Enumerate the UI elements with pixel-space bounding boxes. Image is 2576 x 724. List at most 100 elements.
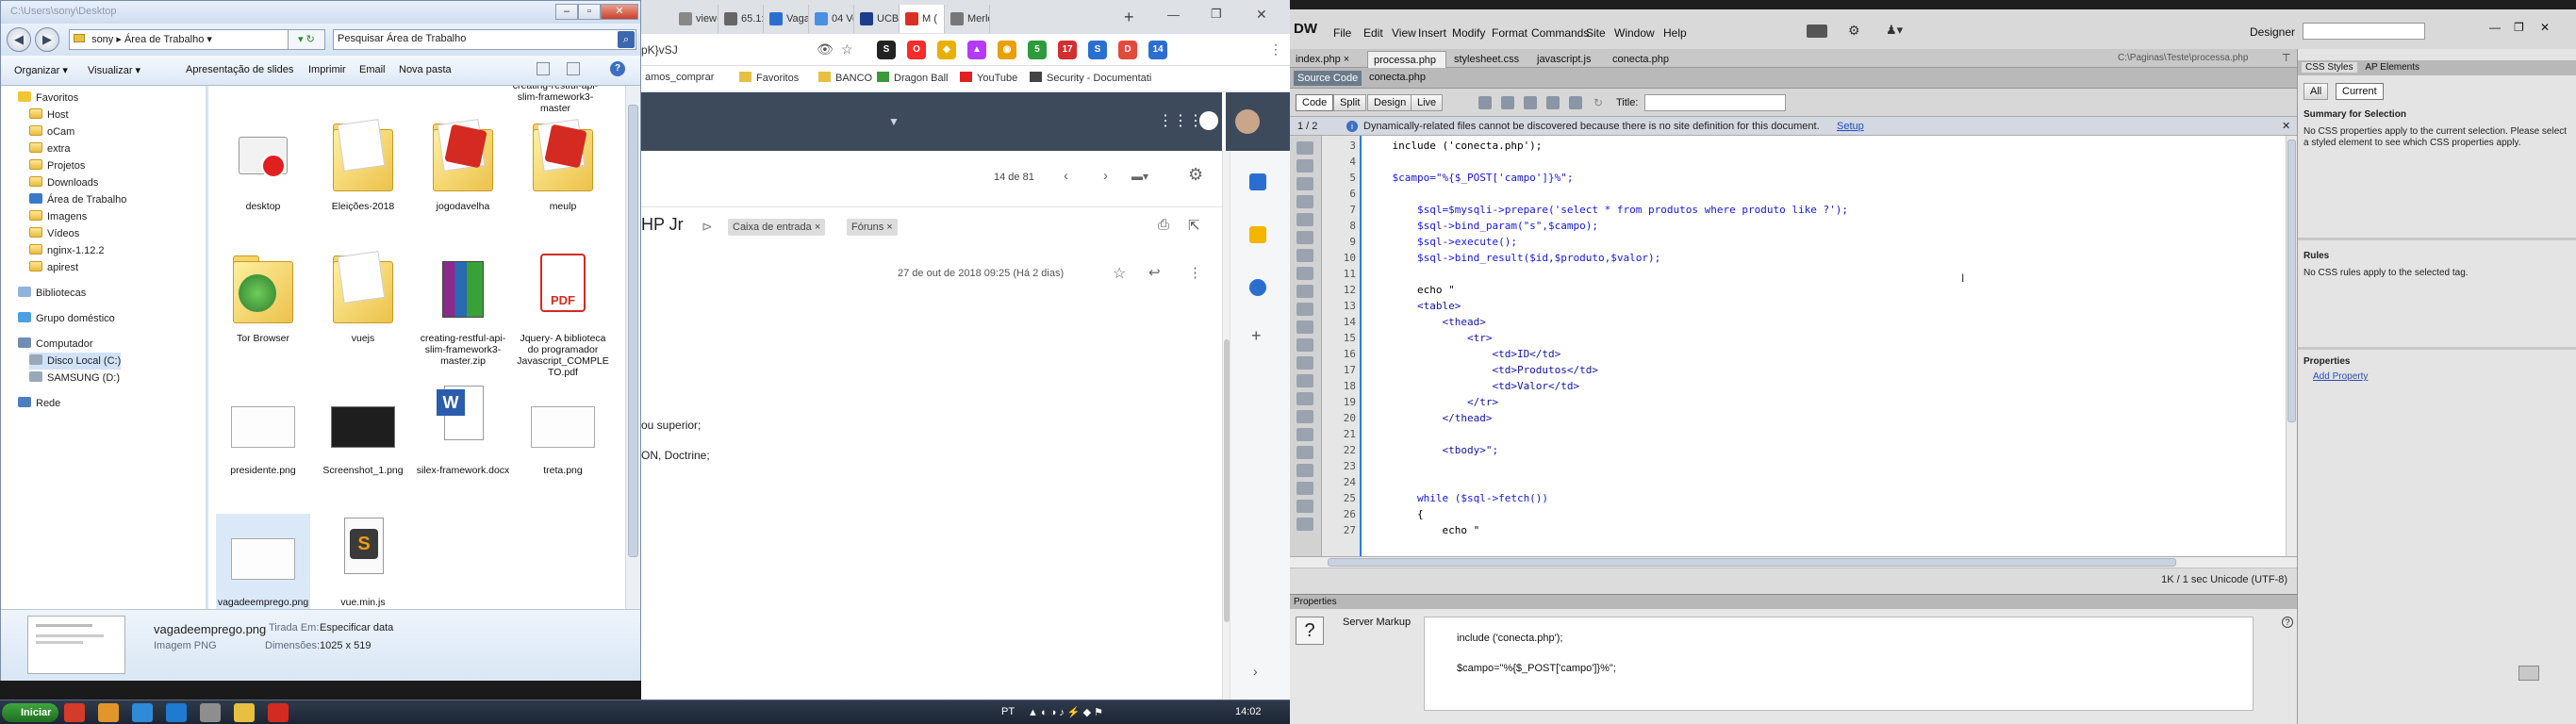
- file-tab[interactable]: index.php ×: [1290, 51, 1365, 68]
- nav-item[interactable]: extra: [29, 140, 70, 157]
- extension-icon[interactable]: 5: [1028, 41, 1047, 59]
- all-mode-button[interactable]: All: [2304, 83, 2329, 100]
- print-icon[interactable]: ⎙: [1158, 217, 1169, 233]
- search-input[interactable]: Pesquisar Área de Trabalho: [333, 29, 636, 50]
- restore-button[interactable]: ❐: [2514, 21, 2524, 34]
- browser-tab[interactable]: Merlo: [945, 5, 990, 33]
- bookmark-item[interactable]: Security - Documentati: [1030, 72, 1151, 84]
- nav-item[interactable]: Imagens: [29, 208, 87, 225]
- tray-icons[interactable]: ▲ ◐ ◑ ♪ ⚡ ◆ ⚑: [1028, 706, 1103, 718]
- chevron-right-icon[interactable]: ›: [1103, 168, 1108, 184]
- browser-tab[interactable]: M (: [900, 5, 945, 33]
- preview-pane-icon[interactable]: [567, 62, 580, 75]
- menu-insert[interactable]: Insert: [1418, 26, 1446, 40]
- taskbar-app-icon[interactable]: [166, 703, 187, 722]
- scrollbar-thumb[interactable]: [2287, 140, 2296, 422]
- coding-tool-icon[interactable]: [1296, 518, 1313, 531]
- related-file-conecta[interactable]: conecta.php: [1369, 72, 1426, 83]
- bookmark-item[interactable]: BANCO: [818, 72, 872, 84]
- bookmark-item[interactable]: YouTube: [960, 72, 1017, 84]
- scrollbar-thumb[interactable]: [628, 105, 638, 557]
- taskbar-app-icon[interactable]: [132, 703, 153, 722]
- gmail-scrollbar[interactable]: [1222, 151, 1230, 705]
- menu-format[interactable]: Format: [1492, 26, 1527, 40]
- file-item[interactable]: Svue.min.js: [316, 514, 410, 609]
- code-editor[interactable]: include ('conecta.php'); $campo="%{$_POS…: [1362, 136, 2286, 556]
- file-item[interactable]: desktop: [216, 118, 310, 231]
- server-markup-code[interactable]: include ('conecta.php'); $campo="%{$_POST…: [1424, 617, 2254, 711]
- coding-tool-icon[interactable]: [1296, 231, 1313, 244]
- coding-tool-icon[interactable]: [1296, 410, 1313, 423]
- nav-item[interactable]: Downloads: [29, 174, 98, 191]
- tab-css-styles[interactable]: CSS Styles: [2302, 62, 2357, 73]
- extension-icon[interactable]: S: [877, 41, 896, 59]
- taskbar-app-icon[interactable]: [200, 703, 221, 722]
- file-item[interactable]: Wsilex-framework.docx: [416, 382, 510, 495]
- live-view-button[interactable]: Live: [1411, 94, 1444, 111]
- new-tab-button[interactable]: +: [1124, 8, 1134, 27]
- menu-window[interactable]: Window: [1614, 26, 1655, 40]
- menu-commands[interactable]: Commands: [1531, 26, 1589, 40]
- file-item[interactable]: jogodavelha: [416, 118, 510, 231]
- close-icon[interactable]: ✕: [2282, 117, 2290, 136]
- more-icon[interactable]: ⋮: [1188, 264, 1202, 281]
- search-icon[interactable]: ⌕: [618, 31, 635, 48]
- extension-icon[interactable]: ◉: [998, 41, 1016, 59]
- breadcrumb-item[interactable]: Área de Trabalho: [124, 34, 204, 45]
- coding-tool-icon[interactable]: [1296, 374, 1313, 387]
- address-bar[interactable]: sony ▸ Área de Trabalho ▾: [69, 29, 295, 50]
- new-rule-icon[interactable]: [2518, 666, 2539, 681]
- nav-item[interactable]: Computador: [18, 336, 93, 353]
- start-button[interactable]: Iniciar: [2, 703, 58, 722]
- coding-tool-icon[interactable]: [1296, 159, 1313, 173]
- browser-tab[interactable]: view-: [673, 5, 718, 33]
- nav-item[interactable]: apirest: [29, 259, 78, 276]
- file-item[interactable]: vuejs: [316, 250, 410, 363]
- details-taken-value[interactable]: Especificar data: [320, 622, 393, 634]
- slideshow-button[interactable]: Apresentação de slides: [186, 64, 293, 75]
- minimize-button[interactable]: —: [1167, 8, 1180, 22]
- file-item[interactable]: vagadeemprego.png: [216, 514, 310, 609]
- close-button[interactable]: ✕: [1256, 7, 1267, 23]
- inspect-icon[interactable]: [1524, 96, 1537, 109]
- tab-ap-elements[interactable]: AP Elements: [2359, 62, 2425, 73]
- extension-icon[interactable]: 14: [1148, 41, 1167, 59]
- nav-item[interactable]: Bibliotecas: [18, 285, 86, 302]
- file-tab[interactable]: stylesheet.css ×: [1448, 51, 1529, 82]
- nav-item[interactable]: Vídeos: [29, 225, 79, 242]
- setup-link[interactable]: Setup: [1837, 117, 1864, 136]
- layout-icon[interactable]: [1807, 25, 1827, 38]
- menu-site[interactable]: Site: [1586, 26, 1606, 40]
- help-icon[interactable]: ?: [1296, 617, 1324, 645]
- debug-icon[interactable]: [1546, 96, 1560, 109]
- help-icon[interactable]: ?: [2282, 617, 2293, 628]
- visual-aids-icon[interactable]: [1569, 96, 1582, 109]
- bookmark-item[interactable]: amos_comprar: [645, 72, 714, 83]
- menu-help[interactable]: Help: [1663, 26, 1687, 40]
- add-property-link[interactable]: Add Property: [2313, 371, 2368, 383]
- chevron-left-icon[interactable]: ‹: [1064, 168, 1068, 184]
- bookmark-item[interactable]: Favoritos: [739, 72, 799, 84]
- chevron-right-icon[interactable]: ›: [1253, 664, 1258, 679]
- url-text[interactable]: pK}vSJ: [641, 43, 678, 57]
- view-options-icon[interactable]: [537, 62, 550, 75]
- menu-view[interactable]: View: [1392, 26, 1416, 40]
- file-item[interactable]: Screenshot_1.png: [316, 382, 410, 495]
- coding-tool-icon[interactable]: [1296, 195, 1313, 208]
- explorer-titlebar[interactable]: C:\Users\sony\Desktop – ▫ ✕: [1, 1, 640, 24]
- current-mode-button[interactable]: Current: [2336, 83, 2384, 100]
- back-button[interactable]: ◀: [7, 27, 31, 52]
- file-tab[interactable]: javascript.js ×: [1531, 51, 1605, 82]
- new-folder-button[interactable]: Nova pasta: [399, 64, 452, 75]
- nav-item[interactable]: Disco Local (C:): [29, 353, 122, 370]
- design-view-button[interactable]: Design: [1367, 94, 1413, 111]
- extension-icon[interactable]: D: [1118, 41, 1137, 59]
- tasks-icon[interactable]: [1249, 279, 1266, 296]
- filter-icon[interactable]: ⊤: [2282, 52, 2291, 64]
- add-addon-icon[interactable]: +: [1251, 326, 1262, 346]
- coding-tool-icon[interactable]: [1296, 249, 1313, 262]
- coding-tool-icon[interactable]: [1296, 428, 1313, 441]
- forums-chip[interactable]: Fóruns ×: [847, 219, 898, 236]
- minimize-button[interactable]: –: [555, 4, 578, 20]
- browser-tab[interactable]: 04 Vo: [809, 5, 854, 33]
